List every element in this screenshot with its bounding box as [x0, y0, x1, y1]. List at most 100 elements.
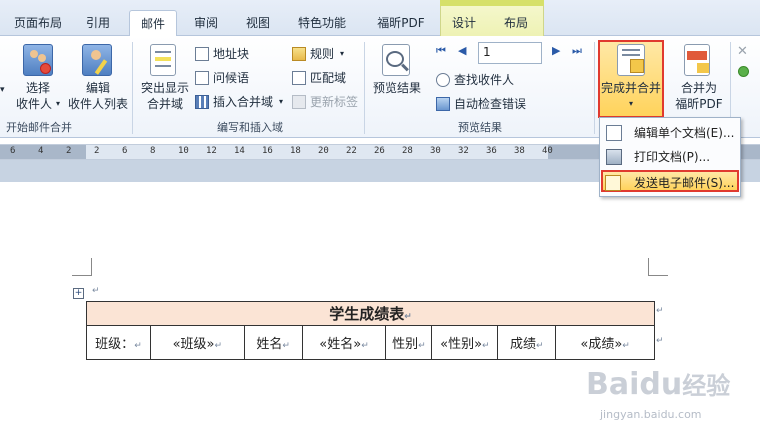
- table-cell[interactable]: «性别»↵: [431, 325, 499, 360]
- insert-merge-field-label: 插入合并域: [213, 95, 274, 109]
- group-label-write-insert: 编写和插入域: [217, 121, 283, 134]
- first-record-button[interactable]: ⏮: [436, 44, 456, 62]
- merge-field-name: «姓名»: [319, 337, 362, 352]
- paragraph-mark-icon: ↵: [92, 286, 100, 296]
- baidu-watermark: Baidu经验: [586, 366, 756, 406]
- watermark-brand: Baidu: [586, 367, 683, 402]
- tab-layout[interactable]: 布局: [496, 10, 536, 36]
- update-labels-label: 更新标签: [310, 95, 359, 109]
- label-class: 班级：: [95, 337, 135, 352]
- edit-recipient-list-button[interactable]: 编辑 收件人列表: [66, 44, 130, 114]
- paragraph-mark-icon: ↵: [622, 341, 630, 351]
- table-cell[interactable]: 班级：↵: [86, 325, 151, 360]
- crop-mark-left: [72, 258, 92, 276]
- preview-icon: [382, 44, 410, 76]
- status-dot-icon: [738, 66, 749, 77]
- preview-results-label: 预览结果: [372, 81, 421, 95]
- menu-item-send-email[interactable]: 发送电子邮件(S)...: [601, 170, 739, 192]
- preview-results-button[interactable]: 预览结果: [368, 44, 426, 114]
- record-number-input[interactable]: 1: [478, 42, 542, 64]
- chevron-down-icon: ▾: [628, 99, 633, 108]
- paragraph-mark-icon: ↵: [361, 341, 369, 351]
- greeting-line-button[interactable]: 问候语: [195, 70, 285, 88]
- table-title: 学生成绩表: [329, 305, 405, 323]
- table-cell[interactable]: 性别↵: [385, 325, 433, 360]
- find-recipient-button[interactable]: 查找收件人: [436, 72, 556, 90]
- highlight-fields-label-2: 合并域: [146, 97, 183, 111]
- merge-to-foxit-pdf-button[interactable]: 合并为 福昕PDF: [670, 44, 728, 114]
- highlight-merge-fields-button[interactable]: 突出显示 合并域: [138, 44, 192, 114]
- first-record-icon: ⏮: [436, 44, 446, 57]
- table-move-handle-icon[interactable]: +: [73, 288, 84, 299]
- merge-field-gender: «性别»: [440, 337, 483, 352]
- tab-review[interactable]: 审阅: [186, 10, 226, 36]
- ruler-tick-label: 10: [178, 146, 189, 156]
- insert-merge-field-button[interactable]: 插入合并域 ▾: [195, 94, 287, 112]
- tab-special-features[interactable]: 特色功能: [290, 10, 354, 36]
- select-recipients-label-1: 选择: [25, 81, 50, 95]
- table-cell[interactable]: 姓名↵: [243, 325, 303, 360]
- edit-list-label-1: 编辑: [85, 81, 110, 95]
- ruler-tick-label: 6: [122, 146, 128, 156]
- label-name: 姓名: [256, 337, 283, 352]
- chevron-down-icon: ▾: [279, 97, 284, 106]
- paragraph-mark-icon: ↵: [482, 341, 490, 351]
- table-cell[interactable]: 成绩↵: [497, 325, 557, 360]
- chevron-down-icon: ▾: [56, 99, 61, 108]
- table-cell[interactable]: «成绩»↵: [555, 325, 655, 360]
- menu-item-label: 发送电子邮件(S)...: [634, 176, 735, 190]
- finish-merge-icon: [617, 44, 645, 76]
- table-cell[interactable]: «姓名»↵: [301, 325, 387, 360]
- pdf-icon: [684, 44, 710, 76]
- auto-check-label: 自动检查错误: [454, 97, 527, 111]
- tab-foxit-pdf[interactable]: 福昕PDF: [368, 10, 434, 36]
- ruler-tick-label: 36: [486, 146, 497, 156]
- paragraph-mark-icon: ↵: [535, 341, 544, 351]
- row-end-mark-icon: ↵: [656, 306, 664, 316]
- table-cell[interactable]: «班级»↵: [149, 325, 245, 360]
- ruler-tick-label: 32: [458, 146, 469, 156]
- finish-merge-label: 完成并合并: [600, 81, 661, 95]
- rules-button[interactable]: 规则 ▾: [292, 46, 352, 64]
- ruler-tick-label: 28: [402, 146, 413, 156]
- menu-item-label: 编辑单个文档(E)...: [634, 126, 735, 140]
- select-recipients-button[interactable]: 选择 收件人 ▾: [12, 44, 64, 114]
- tab-view[interactable]: 视图: [238, 10, 278, 36]
- merge-field-class: «班级»: [172, 337, 215, 352]
- finish-and-merge-button[interactable]: 完成并合并 ▾: [598, 40, 664, 118]
- table-title-cell[interactable]: 学生成绩表↵: [86, 301, 655, 326]
- table-tools-context-top: [440, 0, 544, 6]
- last-record-button[interactable]: ⏭: [572, 44, 590, 62]
- tab-mailings[interactable]: 邮件: [129, 10, 177, 37]
- select-recipients-label-2: 收件人: [16, 97, 53, 111]
- match-fields-button[interactable]: 匹配域: [292, 70, 352, 88]
- insert-field-icon: [195, 95, 209, 109]
- merge-field-score: «成绩»: [580, 337, 623, 352]
- ruler-tick-label: 12: [206, 146, 217, 156]
- close-icon[interactable]: ✕: [737, 44, 757, 62]
- rules-icon: [292, 47, 306, 61]
- finish-merge-dropdown-menu: 编辑单个文档(E)... 打印文档(P)... 发送电子邮件(S)...: [599, 117, 741, 197]
- auto-check-errors-button[interactable]: 自动检查错误: [436, 96, 556, 114]
- tab-page-layout[interactable]: 页面布局: [8, 10, 68, 36]
- chevron-down-icon: ▾: [340, 49, 345, 58]
- crop-mark-right: [648, 258, 668, 276]
- merge-to-pdf-label-1: 合并为: [680, 81, 717, 95]
- tab-references[interactable]: 引用: [76, 10, 120, 36]
- address-block-icon: [195, 47, 209, 61]
- group-label-start-merge: 开始邮件合并: [6, 121, 72, 134]
- menu-item-edit-individual-documents[interactable]: 编辑单个文档(E)...: [604, 122, 738, 144]
- paragraph-mark-icon: ↵: [282, 341, 290, 351]
- group-separator: [132, 42, 133, 134]
- previous-record-button[interactable]: ◀: [458, 44, 474, 62]
- next-record-button[interactable]: ▶: [552, 44, 568, 62]
- ruler-tick-label: 8: [150, 146, 156, 156]
- ruler-tick-label: 30: [430, 146, 441, 156]
- rules-label: 规则: [310, 47, 335, 61]
- address-block-button[interactable]: 地址块: [195, 46, 285, 64]
- tab-design[interactable]: 设计: [444, 10, 484, 36]
- paragraph-mark-icon: ↵: [214, 341, 223, 351]
- menu-item-print-documents[interactable]: 打印文档(P)...: [604, 146, 738, 168]
- label-score: 成绩: [509, 337, 536, 352]
- menu-item-label: 打印文档(P)...: [634, 150, 711, 164]
